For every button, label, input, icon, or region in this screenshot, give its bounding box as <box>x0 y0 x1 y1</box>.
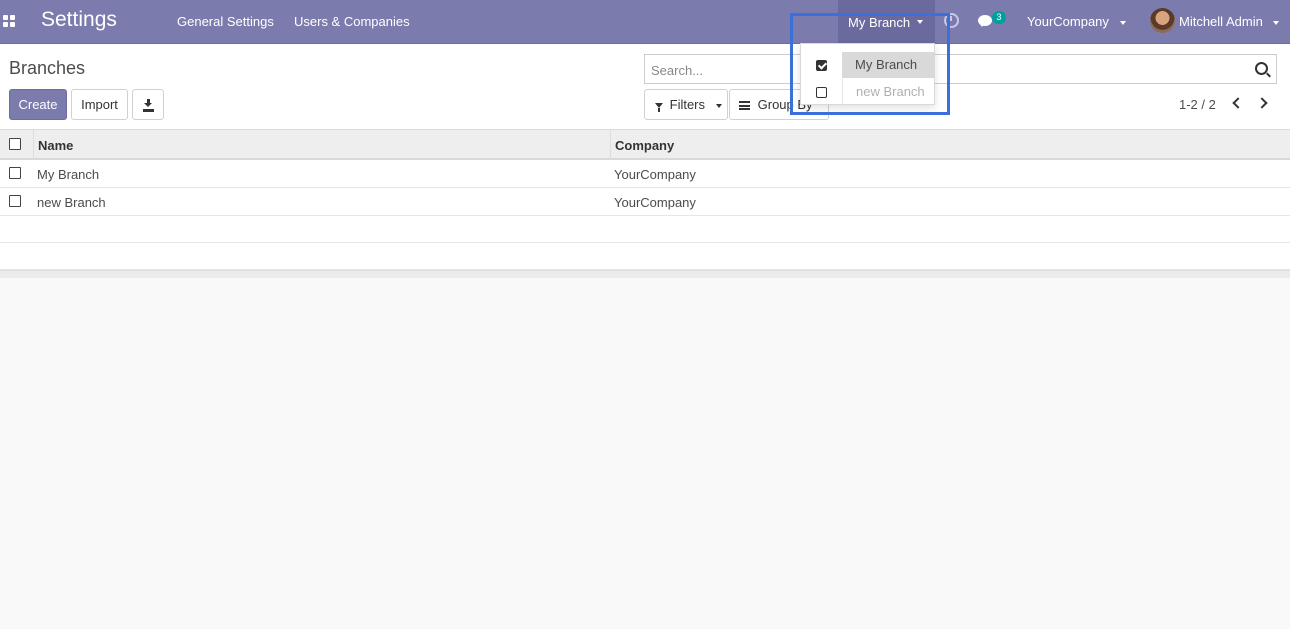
branch-option-my-branch[interactable]: My Branch <box>801 52 934 78</box>
empty-row <box>0 243 1290 270</box>
apps-menu-icon[interactable] <box>3 15 15 27</box>
branch-option-label[interactable]: new Branch <box>842 79 934 105</box>
chevron-left-icon[interactable] <box>1232 97 1244 109</box>
table-row[interactable]: My Branch YourCompany <box>0 160 1290 188</box>
branch-switcher-label: My Branch <box>848 14 911 30</box>
top-navbar: Settings General Settings Users & Compan… <box>0 0 1290 44</box>
table-row[interactable]: new Branch YourCompany <box>0 188 1290 216</box>
app-title[interactable]: Settings <box>41 8 117 32</box>
filters-button[interactable]: Filters <box>644 89 728 120</box>
list-footer <box>0 270 1290 278</box>
branch-checkbox-checked[interactable] <box>816 60 827 71</box>
menu-users-companies[interactable]: Users & Companies <box>294 14 410 29</box>
download-base-icon <box>143 109 154 112</box>
empty-row <box>0 216 1290 243</box>
menu-general-settings[interactable]: General Settings <box>177 14 274 29</box>
list-header: Name Company <box>0 130 1290 160</box>
user-menu-button[interactable]: Mitchell Admin <box>1179 14 1280 29</box>
create-button[interactable]: Create <box>9 89 67 120</box>
pager-value[interactable]: 1-2 / 2 <box>1179 97 1216 112</box>
cell-name: new Branch <box>37 195 106 210</box>
branches-list: Name Company My Branch YourCompany new B… <box>0 130 1290 278</box>
row-checkbox[interactable] <box>9 167 21 179</box>
column-divider <box>33 130 34 160</box>
branch-dropdown-menu: My Branch new Branch <box>800 43 935 105</box>
activity-clock-icon[interactable] <box>944 13 959 28</box>
branch-switcher-button[interactable]: My Branch <box>838 0 935 44</box>
cell-company: YourCompany <box>614 167 696 182</box>
cell-name: My Branch <box>37 167 100 182</box>
search-icon[interactable] <box>1255 62 1268 75</box>
export-button[interactable] <box>132 89 164 120</box>
caret-down-icon <box>1119 20 1126 25</box>
caret-down-icon <box>917 20 924 24</box>
cell-company: YourCompany <box>614 195 696 210</box>
select-all-checkbox[interactable] <box>9 138 21 150</box>
chat-count-badge: 3 <box>992 11 1006 24</box>
company-switcher-button[interactable]: YourCompany <box>1027 14 1126 29</box>
chevron-right-icon[interactable] <box>1256 97 1268 109</box>
list-bars-icon <box>739 101 750 111</box>
caret-down-icon <box>1273 20 1280 25</box>
company-switcher-label: YourCompany <box>1027 14 1109 29</box>
chat-icon[interactable] <box>978 15 992 27</box>
user-avatar[interactable] <box>1150 8 1175 33</box>
column-header-name[interactable]: Name <box>38 138 73 153</box>
row-checkbox[interactable] <box>9 195 21 207</box>
caret-down-icon <box>715 103 722 108</box>
filters-label: Filters <box>669 97 706 112</box>
branch-checkbox[interactable] <box>816 87 827 98</box>
branch-option-new-branch[interactable]: new Branch <box>801 79 934 105</box>
page-title[interactable]: Branches <box>9 58 85 79</box>
control-panel: Branches Create Import Filters Group By … <box>0 44 1290 130</box>
import-button[interactable]: Import <box>71 89 128 120</box>
user-name-label: Mitchell Admin <box>1179 14 1263 29</box>
column-header-company[interactable]: Company <box>615 138 674 153</box>
filter-icon <box>655 103 663 113</box>
search-bar[interactable] <box>644 54 1277 84</box>
column-divider <box>610 130 611 160</box>
branch-option-label[interactable]: My Branch <box>842 52 934 78</box>
